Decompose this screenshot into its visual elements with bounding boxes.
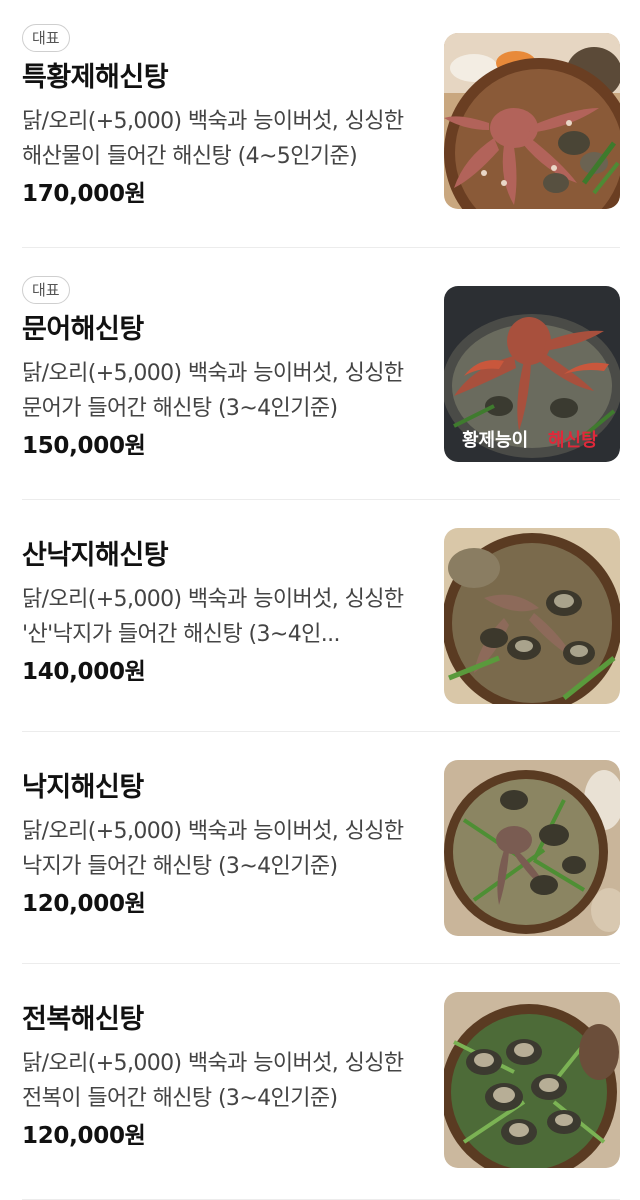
menu-item-text: 대표 문어해신탕 닭/오리(+5,000) 백숙과 능이버섯, 싱싱한 문어가 …	[22, 276, 422, 462]
menu-item-text: 전복해신탕 닭/오리(+5,000) 백숙과 능이버섯, 싱싱한 전복이 들어간…	[22, 1002, 422, 1152]
octopus-stew-photo[interactable]: 황제능이 해신탕	[444, 286, 620, 462]
menu-item-price: 120,000원	[22, 891, 146, 917]
menu-item-description: 닭/오리(+5,000) 백숙과 능이버섯, 싱싱한 전복이 들어간 해신탕 (…	[22, 1051, 404, 1111]
menu-item-description: 닭/오리(+5,000) 백숙과 능이버섯, 싱싱한 문어가 들어간 해신탕 (…	[22, 361, 404, 421]
live-octopus-stew-photo[interactable]	[444, 528, 620, 704]
menu-item-name: 낙지해신탕	[22, 772, 144, 803]
menu-item-name: 전복해신탕	[22, 1004, 144, 1035]
menu-item[interactable]: 전복해신탕 닭/오리(+5,000) 백숙과 능이버섯, 싱싱한 전복이 들어간…	[22, 964, 620, 1200]
svg-text:황제능이: 황제능이	[462, 430, 528, 451]
menu-item[interactable]: 낙지해신탕 닭/오리(+5,000) 백숙과 능이버섯, 싱싱한 낙지가 들어간…	[22, 732, 620, 964]
menu-item[interactable]: 대표 문어해신탕 닭/오리(+5,000) 백숙과 능이버섯, 싱싱한 문어가 …	[22, 248, 620, 500]
menu-item-name: 특황제해신탕	[22, 62, 169, 93]
representative-badge: 대표	[22, 276, 70, 304]
menu-item[interactable]: 산낙지해신탕 닭/오리(+5,000) 백숙과 능이버섯, 싱싱한 '산'낙지가…	[22, 500, 620, 732]
seafood-stew-photo[interactable]	[444, 33, 620, 209]
menu-item-text: 산낙지해신탕 닭/오리(+5,000) 백숙과 능이버섯, 싱싱한 '산'낙지가…	[22, 538, 422, 688]
menu-item-price: 120,000원	[22, 1123, 146, 1149]
menu-item-text: 대표 특황제해신탕 닭/오리(+5,000) 백숙과 능이버섯, 싱싱한 해산물…	[22, 24, 422, 210]
menu-item-price: 150,000원	[22, 433, 146, 459]
menu-item-description: 닭/오리(+5,000) 백숙과 능이버섯, 싱싱한 해산물이 들어간 해신탕 …	[22, 109, 404, 169]
abalone-stew-photo[interactable]	[444, 992, 620, 1168]
menu-item-text: 낙지해신탕 닭/오리(+5,000) 백숙과 능이버섯, 싱싱한 낙지가 들어간…	[22, 770, 422, 920]
menu-item[interactable]: 대표 특황제해신탕 닭/오리(+5,000) 백숙과 능이버섯, 싱싱한 해산물…	[22, 0, 620, 248]
svg-text:해신탕: 해신탕	[548, 430, 598, 451]
menu-list: 대표 특황제해신탕 닭/오리(+5,000) 백숙과 능이버섯, 싱싱한 해산물…	[0, 0, 640, 1200]
menu-item-name: 문어해신탕	[22, 314, 144, 345]
menu-item-name: 산낙지해신탕	[22, 540, 169, 571]
menu-item-description: 닭/오리(+5,000) 백숙과 능이버섯, 싱싱한 '산'낙지가 들어간 해신…	[22, 587, 404, 647]
menu-item-price: 170,000원	[22, 181, 146, 207]
menu-item-description: 닭/오리(+5,000) 백숙과 능이버섯, 싱싱한 낙지가 들어간 해신탕 (…	[22, 819, 404, 879]
representative-badge: 대표	[22, 24, 70, 52]
menu-item-price: 140,000원	[22, 659, 146, 685]
small-octopus-stew-photo[interactable]	[444, 760, 620, 936]
